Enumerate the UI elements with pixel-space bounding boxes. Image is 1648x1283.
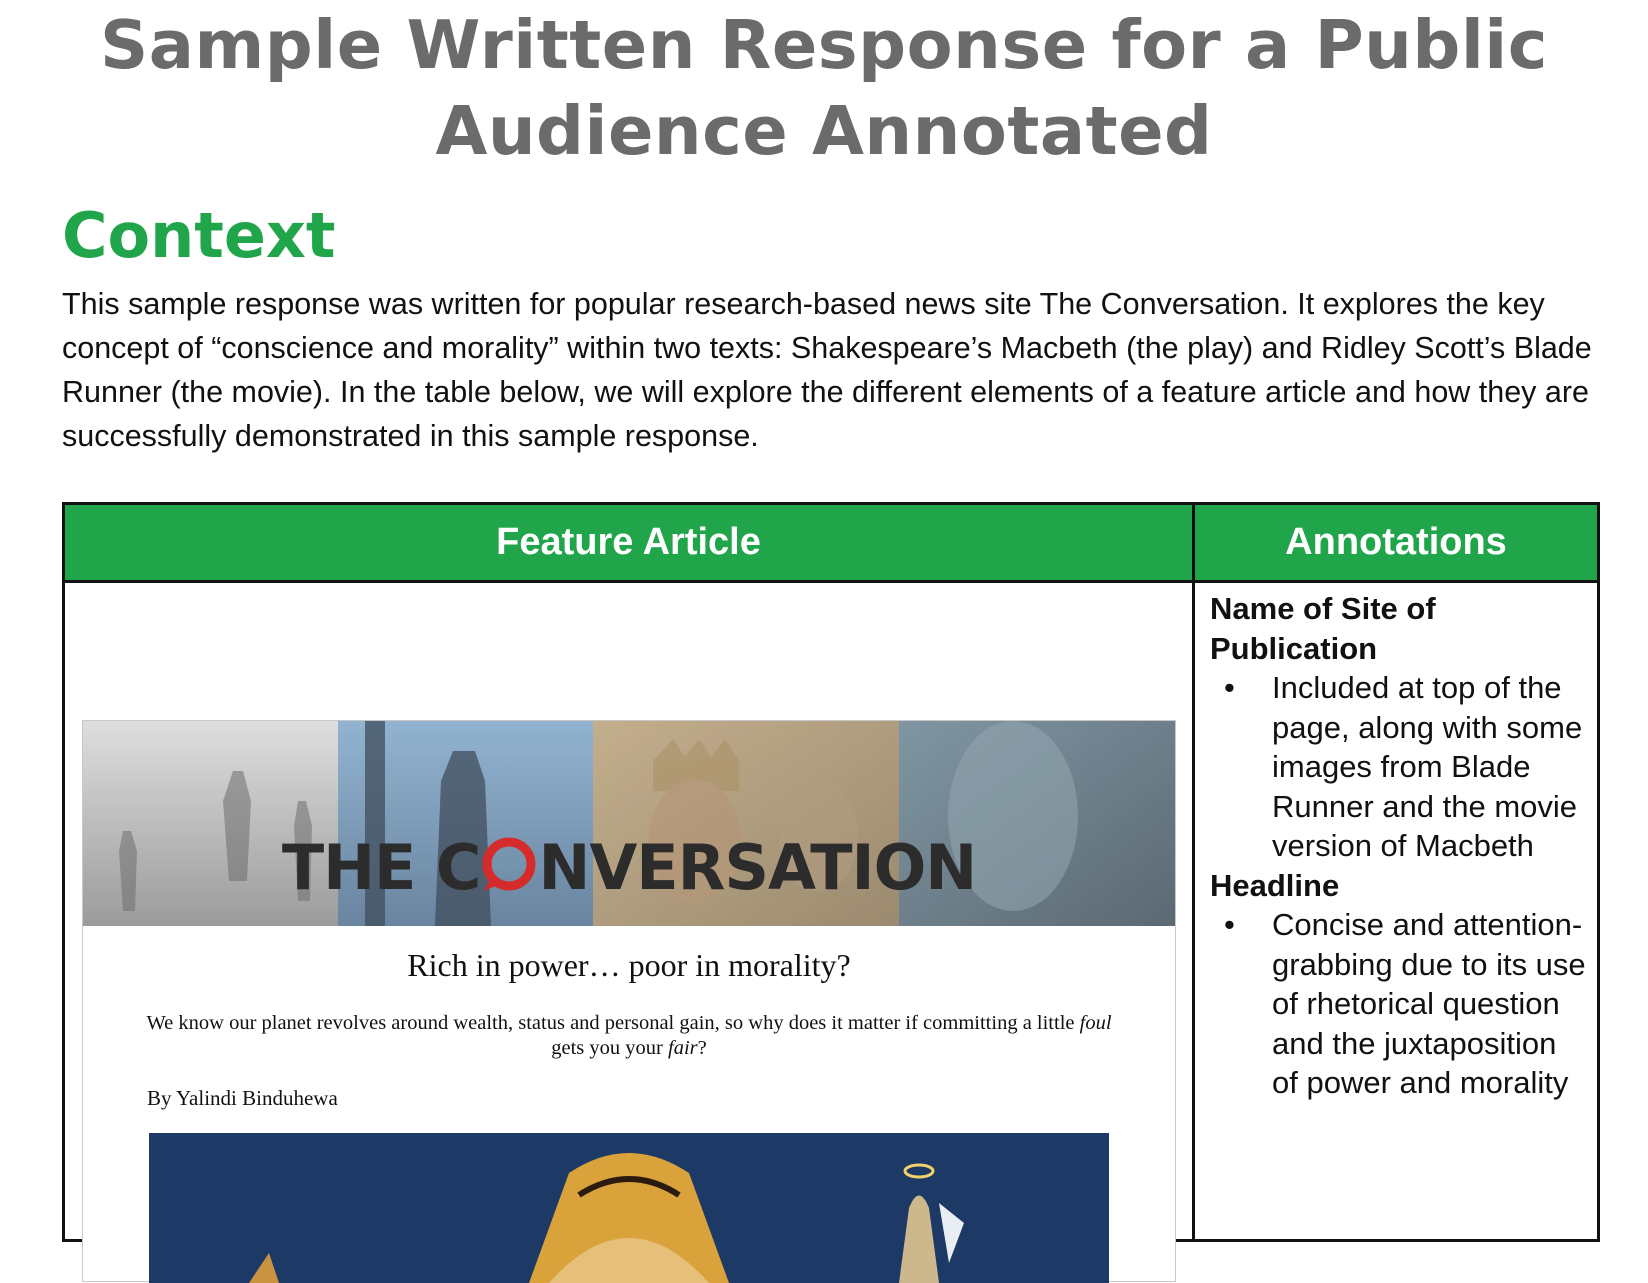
article-illustration [149, 1133, 1109, 1283]
annotations-column: Name of Site of Publication • Included at… [1210, 589, 1590, 1103]
standfirst-fair: fair [668, 1037, 698, 1059]
article-headline: Rich in power… poor in morality? [407, 947, 851, 983]
standfirst-foul: foul [1079, 1012, 1112, 1034]
annotation-table: Feature Article Annotations THE C NVERSA… [62, 502, 1600, 1283]
list-item: • Included at top of the page, along with… [1210, 668, 1590, 866]
annotation-text: Included at top of the page, along with … [1272, 670, 1583, 863]
article-standfirst: We know our planet revolves around wealt… [143, 1011, 1115, 1061]
page-title: Sample Written Response for a Public Aud… [0, 2, 1648, 174]
context-heading: Context [62, 199, 336, 272]
standfirst-text-3: ? [697, 1037, 707, 1059]
speech-bubble-o-icon [480, 835, 538, 893]
logo-text-right: NVERSATION [538, 831, 977, 904]
column-divider [1192, 505, 1195, 1239]
page-title-line-2: Audience Annotated [435, 92, 1213, 170]
feature-article-preview: THE C NVERSATION Rich in power… poor in m… [82, 720, 1176, 1283]
article-banner-image: THE C NVERSATION [83, 721, 1175, 926]
article-byline: By Yalindi Binduhewa [147, 1086, 338, 1110]
standfirst-text-2: gets you your [551, 1037, 668, 1059]
annotations-header: Annotations [1285, 521, 1507, 563]
list-item: • Concise and attention-grabbing due to i… [1210, 905, 1590, 1103]
context-paragraph: This sample response was written for pop… [62, 287, 1592, 453]
feature-article-header: Feature Article [496, 521, 761, 563]
bullet-icon: • [1224, 907, 1235, 942]
annotation-list-site: • Included at top of the page, along with… [1210, 668, 1590, 866]
standfirst-text-1: We know our planet revolves around wealt… [146, 1012, 1080, 1034]
annotation-heading-headline: Headline [1210, 867, 1340, 903]
logo-text-left: THE C [281, 831, 482, 904]
annotation-text: Concise and attention-grabbing due to it… [1272, 907, 1586, 1100]
table-header-row: Feature Article Annotations [65, 505, 1597, 583]
annotation-heading-site: Name of Site of Publication [1210, 591, 1436, 666]
annotation-list-headline: • Concise and attention-grabbing due to i… [1210, 905, 1590, 1103]
page-title-line-1: Sample Written Response for a Public [100, 6, 1548, 84]
bullet-icon: • [1224, 670, 1235, 705]
the-conversation-logo: THE C NVERSATION [83, 831, 1175, 904]
